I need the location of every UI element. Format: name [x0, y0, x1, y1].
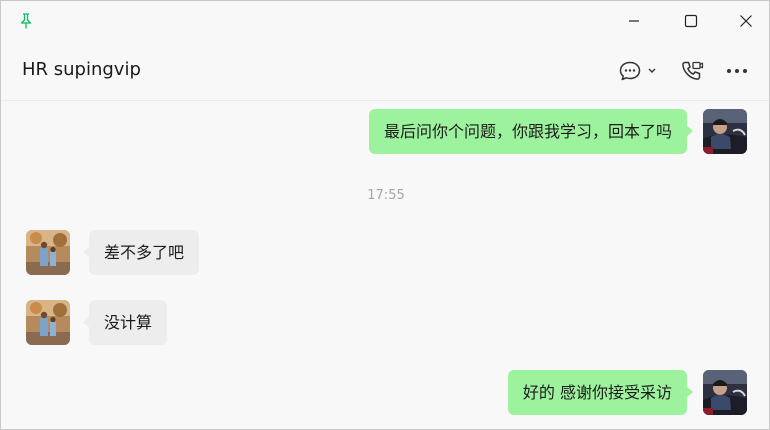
my-avatar[interactable] [703, 370, 747, 415]
message-bubble[interactable]: 差不多了吧 [82, 230, 200, 275]
message-bubble[interactable]: 没计算 [82, 300, 168, 345]
phone-call-icon[interactable] [678, 57, 706, 85]
chat-window: HR supingvip 最后问你个问题，你跟我学习，回本了吗 17:55 差不… [0, 0, 770, 430]
message-list[interactable]: 最后问你个问题，你跟我学习，回本了吗 17:55 差不多了吧 没计算 好的 感谢… [1, 102, 769, 430]
chat-bubble-icon[interactable] [616, 57, 662, 85]
title-bar [1, 1, 769, 41]
message-bubble[interactable]: 最后问你个问题，你跟我学习，回本了吗 [368, 109, 694, 154]
message-outgoing: 最后问你个问题，你跟我学习，回本了吗 [368, 109, 747, 154]
my-avatar[interactable] [703, 109, 747, 154]
more-icon[interactable] [723, 57, 751, 85]
contact-avatar[interactable] [26, 300, 70, 345]
message-outgoing: 好的 感谢你接受采访 [507, 370, 747, 415]
pin-icon[interactable] [17, 12, 35, 30]
message-incoming: 差不多了吧 [26, 230, 200, 275]
chat-header: HR supingvip [1, 41, 769, 101]
contact-avatar[interactable] [26, 230, 70, 275]
message-incoming: 没计算 [26, 300, 168, 345]
message-timestamp: 17:55 [367, 188, 405, 203]
minimize-icon[interactable] [611, 7, 657, 35]
chat-title[interactable]: HR supingvip [22, 59, 141, 80]
close-icon[interactable] [723, 7, 769, 35]
maximize-icon[interactable] [668, 7, 714, 35]
message-bubble[interactable]: 好的 感谢你接受采访 [507, 370, 694, 415]
